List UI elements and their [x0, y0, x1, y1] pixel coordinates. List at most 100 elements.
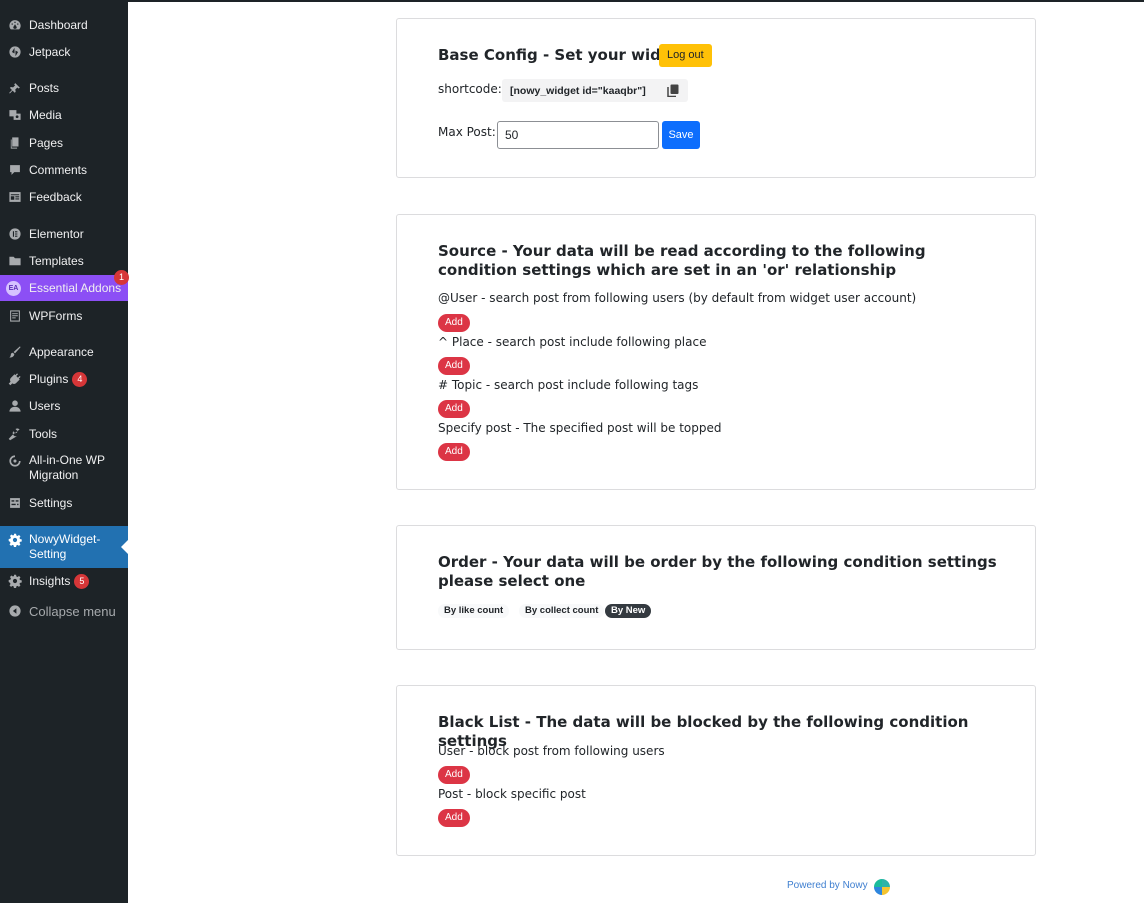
jetpack-icon [7, 44, 23, 60]
source-topic-text: # Topic - search post include following … [438, 378, 699, 392]
folder-icon [7, 253, 23, 269]
add-topic-button[interactable]: Add [438, 400, 470, 418]
source-place-text: ^ Place - search post include following … [438, 335, 707, 349]
order-by-like-count[interactable]: By like count [438, 604, 510, 618]
base-config-card: Base Config - Set your widget Log out sh… [396, 18, 1036, 178]
nowy-logo-icon [874, 879, 890, 895]
sidebar-item-posts[interactable]: Posts [0, 80, 128, 96]
add-user-button[interactable]: Add [438, 314, 470, 332]
gear-icon [7, 532, 23, 548]
source-title: Source - Your data will be read accordin… [438, 242, 926, 279]
sidebar-item-settings[interactable]: Settings [0, 495, 128, 511]
sidebar-item-label: WPForms [29, 308, 83, 323]
sidebar-item-text: Insights [29, 573, 71, 588]
sidebar-item-label: Feedback [29, 189, 82, 204]
sidebar-item-label: Tools [29, 426, 58, 441]
source-card: Source - Your data will be read accordin… [396, 214, 1036, 490]
brush-icon [7, 344, 23, 360]
dashboard-icon [7, 17, 23, 33]
essential-addons-icon: EA [6, 281, 21, 296]
sidebar-item-elementor[interactable]: Elementor [0, 226, 128, 242]
wrench-icon [7, 426, 23, 442]
sidebar-item-text: Plugins [29, 371, 69, 386]
sidebar-item-label: Pages [29, 135, 64, 150]
sidebar-item-label: Media [29, 107, 62, 122]
admin-sidebar: Dashboard Jetpack Posts Media Pages Comm… [0, 0, 129, 903]
logout-button[interactable]: Log out [659, 44, 712, 67]
source-specify-post-text: Specify post - The specified post will b… [438, 421, 722, 435]
user-icon [7, 398, 23, 414]
sidebar-item-pages[interactable]: Pages [0, 135, 128, 151]
sidebar-item-essential-addons[interactable]: EA Essential Addons 1 [0, 270, 129, 301]
settings-icon [7, 495, 23, 511]
wpforms-icon [7, 308, 23, 324]
sidebar-item-tools[interactable]: Tools [0, 426, 128, 442]
sidebar-item-feedback[interactable]: Feedback [0, 189, 128, 205]
add-place-button[interactable]: Add [438, 357, 470, 375]
copy-icon[interactable] [667, 84, 679, 98]
sidebar-item-label: Users [29, 398, 61, 413]
sidebar-item-label: Collapse menu [29, 603, 116, 619]
sidebar-item-appearance[interactable]: Appearance [0, 344, 128, 360]
sidebar-item-media[interactable]: Media [0, 107, 128, 123]
plugin-icon [7, 371, 23, 387]
pin-icon [7, 80, 23, 96]
sidebar-item-plugins[interactable]: Plugins 4 [0, 371, 128, 387]
sidebar-item-label: All-in-One WP Migration [29, 453, 105, 482]
powered-by-link[interactable]: Powered by Nowy [787, 880, 868, 891]
sidebar-item-insights[interactable]: Insights 5 [0, 573, 128, 589]
feedback-icon [7, 189, 23, 205]
active-indicator [121, 540, 128, 554]
notification-badge: 4 [72, 371, 88, 387]
order-title: Order - Your data will be order by the f… [438, 553, 997, 590]
sidebar-item-label: Posts [29, 80, 60, 95]
source-user-text: @User - search post from following users… [438, 291, 917, 305]
sidebar-item-templates[interactable]: Templates [0, 253, 128, 269]
blacklist-post-text: Post - block specific post [438, 787, 586, 801]
sidebar-item-label: Dashboard [29, 17, 88, 32]
order-card: Order - Your data will be order by the f… [396, 525, 1036, 650]
collapse-menu-button[interactable]: Collapse menu [0, 603, 128, 619]
sidebar-item-label: Essential Addons [29, 280, 122, 295]
save-button[interactable]: Save [662, 121, 700, 149]
add-blocked-user-button[interactable]: Add [438, 766, 470, 784]
sidebar-item-comments[interactable]: Comments [0, 162, 128, 178]
max-post-label: Max Post: [438, 125, 496, 139]
sidebar-item-label: Settings [29, 495, 73, 510]
add-blocked-post-button[interactable]: Add [438, 809, 470, 827]
insights-icon [7, 573, 23, 589]
sidebar-item-wpforms[interactable]: WPForms [0, 308, 128, 324]
sidebar-item-all-in-one-wp-migration[interactable]: All-in-One WP Migration [0, 453, 128, 483]
base-config-title: Base Config - Set your widget [438, 46, 689, 64]
media-icon [7, 107, 23, 123]
sidebar-item-users[interactable]: Users [0, 398, 128, 414]
shortcode-label: shortcode: [438, 82, 502, 96]
add-specify-post-button[interactable]: Add [438, 443, 470, 461]
sidebar-item-label: NowyWidget-Setting [29, 532, 101, 561]
sidebar-item-label: Comments [29, 162, 88, 177]
shortcode-value: [nowy_widget id="kaaqbr"] [510, 84, 646, 97]
migration-icon [7, 453, 23, 469]
collapse-icon [7, 603, 23, 619]
comments-icon [7, 162, 23, 178]
sidebar-item-label: Templates [29, 253, 84, 268]
elementor-icon [7, 226, 23, 242]
notification-badge: 1 [114, 270, 129, 285]
blacklist-card: Black List - The data will be blocked by… [396, 685, 1036, 856]
sidebar-item-label: Appearance [29, 344, 94, 359]
notification-badge: 5 [74, 573, 90, 589]
sidebar-item-label: Insights 5 [29, 573, 90, 589]
sidebar-item-label: Plugins 4 [29, 371, 88, 387]
sidebar-item-label: Elementor [29, 226, 84, 241]
shortcode-box: [nowy_widget id="kaaqbr"] [502, 79, 688, 102]
sidebar-item-dashboard[interactable]: Dashboard [0, 17, 128, 33]
top-border [0, 0, 1144, 2]
order-by-new[interactable]: By New [605, 604, 652, 618]
max-post-input[interactable] [497, 121, 659, 149]
sidebar-item-label: Jetpack [29, 44, 71, 59]
order-by-collect-count[interactable]: By collect count [519, 604, 605, 618]
sidebar-item-nowywidget-setting[interactable]: NowyWidget-Setting [0, 526, 128, 568]
sidebar-item-jetpack[interactable]: Jetpack [0, 44, 128, 60]
blacklist-user-text: User - block post from following users [438, 744, 665, 758]
pages-icon [7, 135, 23, 151]
